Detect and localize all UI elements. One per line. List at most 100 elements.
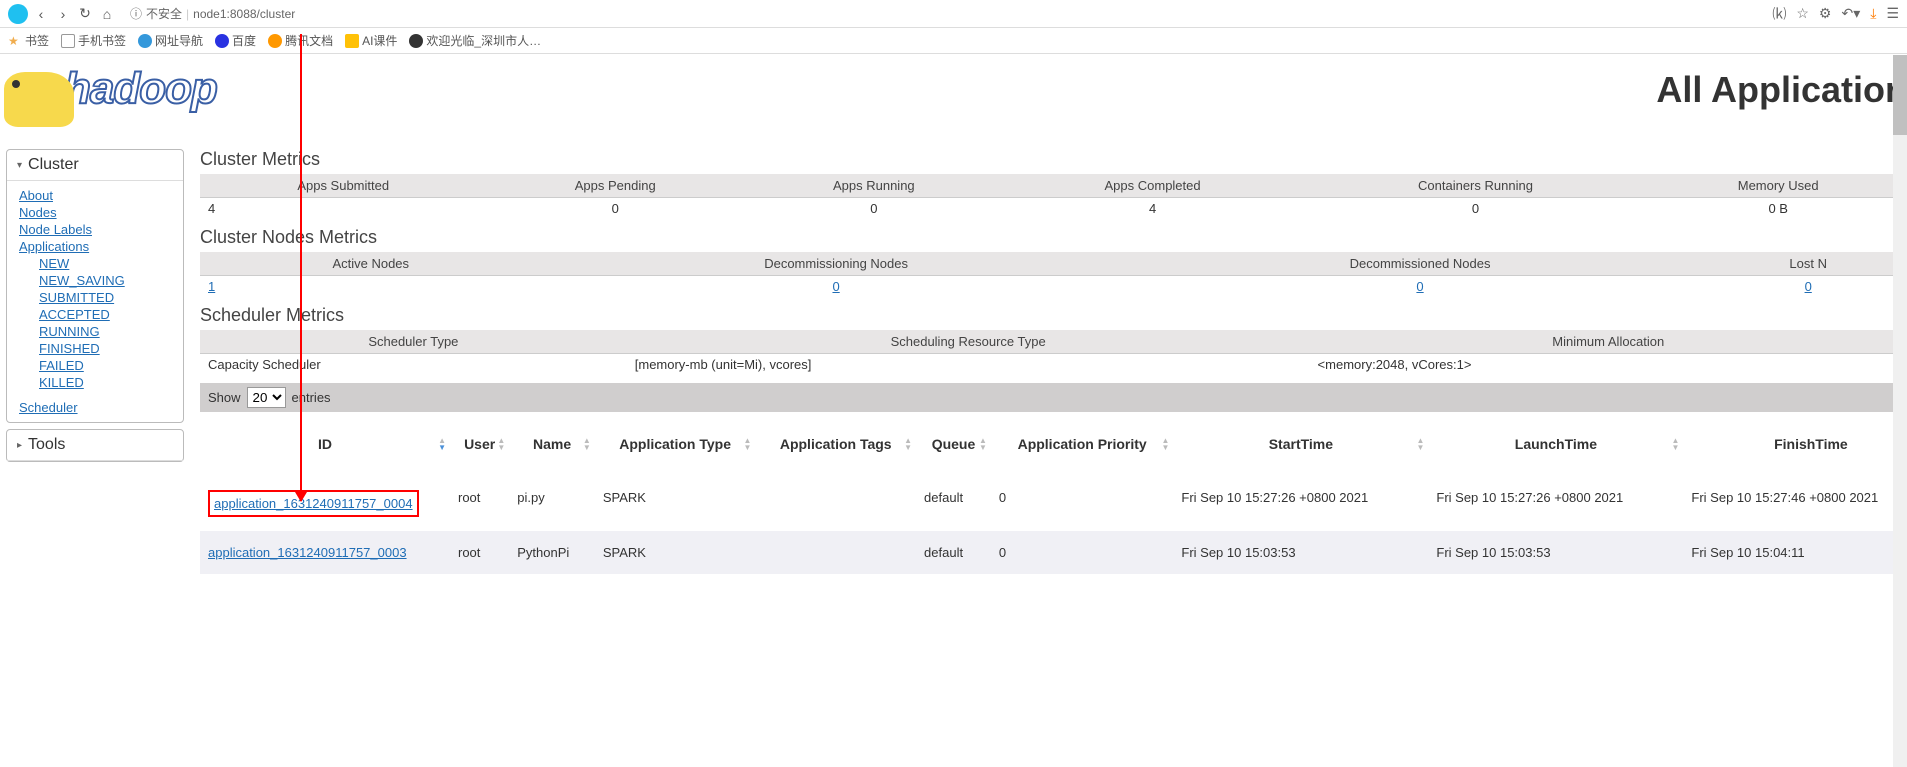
sidebar: ▾Cluster About Nodes Node Labels Applica… — [0, 54, 190, 574]
metric-value: 4 — [1004, 198, 1302, 220]
tools-header[interactable]: ▸Tools — [7, 430, 183, 461]
app-link[interactable]: application_1631240911757_0004 — [214, 496, 413, 511]
bookmark-item[interactable]: ★书签 — [8, 32, 49, 49]
nav-applications[interactable]: Applications — [15, 238, 175, 255]
url-text: node1:8088/cluster — [193, 7, 295, 21]
doc-icon — [61, 34, 75, 48]
col-apptype[interactable]: Application Type▲▼ — [595, 412, 756, 476]
col-header: Decommissioning Nodes — [541, 252, 1130, 276]
bookmark-item[interactable]: 手机书签 — [61, 32, 126, 49]
metric-value: 0 — [1131, 276, 1710, 298]
bookmark-item[interactable]: 百度 — [215, 32, 256, 49]
col-header: Apps Submitted — [200, 174, 486, 198]
search-icon[interactable]: ⒦ — [1772, 4, 1786, 24]
sort-icon: ▲▼ — [583, 437, 591, 451]
table-row: application_1631240911757_0003 root Pyth… — [200, 531, 1907, 574]
bookmark-item[interactable]: AI课件 — [345, 32, 397, 49]
cell-tags — [755, 476, 916, 531]
nav-state-running[interactable]: RUNNING — [15, 323, 175, 340]
active-nodes-link[interactable]: 1 — [208, 279, 215, 294]
applications-table: ID▲▼ User▲▼ Name▲▼ Application Type▲▼ Ap… — [200, 412, 1907, 574]
cluster-metrics-table: Apps Submitted Apps Pending Apps Running… — [200, 174, 1907, 219]
nav-state-submitted[interactable]: SUBMITTED — [15, 289, 175, 306]
nav-state-finished[interactable]: FINISHED — [15, 340, 175, 357]
page-title: All Application — [1656, 69, 1907, 111]
lost-nodes-link[interactable]: 0 — [1805, 279, 1812, 294]
undo-icon[interactable]: ↶▾ — [1841, 5, 1860, 22]
cell-name: pi.py — [509, 476, 595, 531]
chevron-right-icon: ▸ — [17, 440, 22, 451]
cell-id: application_1631240911757_0004 — [200, 476, 450, 531]
home-button[interactable]: ⌂ — [98, 5, 116, 23]
bookmark-bar: ★书签 手机书签 网址导航 百度 腾讯文档 AI课件 欢迎光临_深圳市人… — [0, 28, 1907, 54]
table-row: application_1631240911757_0004 root pi.p… — [200, 476, 1907, 531]
nav-node-labels[interactable]: Node Labels — [15, 221, 175, 238]
col-starttime[interactable]: StartTime▲▼ — [1173, 412, 1428, 476]
nav-scheduler[interactable]: Scheduler — [15, 399, 175, 416]
cell-user: root — [450, 476, 509, 531]
col-apptags[interactable]: Application Tags▲▼ — [755, 412, 916, 476]
entries-select[interactable]: 20 — [247, 387, 286, 408]
cluster-header[interactable]: ▾Cluster — [7, 150, 183, 181]
metric-value: 0 — [541, 276, 1130, 298]
sort-icon: ▲▼ — [497, 437, 505, 451]
decommed-nodes-link[interactable]: 0 — [1416, 279, 1423, 294]
nav-state-new[interactable]: NEW — [15, 255, 175, 272]
browser-toolbar: ‹ › ↻ ⌂ ⓘ 不安全 | node1:8088/cluster ⒦ ☆ ⚙… — [0, 0, 1907, 28]
metric-value: 0 — [1709, 276, 1907, 298]
nav-state-failed[interactable]: FAILED — [15, 357, 175, 374]
cell-start: Fri Sep 10 15:27:26 +0800 2021 — [1173, 476, 1428, 531]
extension-icon[interactable]: ⚙ — [1819, 5, 1832, 22]
col-header: Memory Used — [1649, 174, 1907, 198]
cell-id: application_1631240911757_0003 — [200, 531, 450, 574]
menu-icon[interactable]: ☰ — [1886, 5, 1899, 22]
col-header: Decommissioned Nodes — [1131, 252, 1710, 276]
sort-icon: ▲▼ — [438, 437, 446, 451]
cell-type: SPARK — [595, 531, 756, 574]
cell-finish: Fri Sep 10 15:04:11 — [1683, 531, 1907, 574]
forward-button[interactable]: › — [54, 5, 72, 23]
node-metrics-title: Cluster Nodes Metrics — [200, 227, 1907, 248]
nav-state-new-saving[interactable]: NEW_SAVING — [15, 272, 175, 289]
scheduler-metrics-title: Scheduler Metrics — [200, 305, 1907, 326]
col-finishtime[interactable]: FinishTime▲▼ — [1683, 412, 1907, 476]
star-icon[interactable]: ☆ — [1796, 5, 1809, 22]
tools-section: ▸Tools — [6, 429, 184, 462]
cell-priority: 0 — [991, 476, 1173, 531]
separator: | — [186, 7, 189, 21]
col-header: Lost N — [1709, 252, 1907, 276]
scrollbar-thumb[interactable] — [1893, 55, 1907, 135]
node-metrics-table: Active Nodes Decommissioning Nodes Decom… — [200, 252, 1907, 297]
info-icon: ⓘ — [130, 5, 142, 22]
col-id[interactable]: ID▲▼ — [200, 412, 450, 476]
globe-icon — [138, 34, 152, 48]
metric-value: 0 — [744, 198, 1004, 220]
nav-about[interactable]: About — [15, 187, 175, 204]
reload-button[interactable]: ↻ — [76, 5, 94, 23]
download-icon[interactable]: ⤓ — [1870, 5, 1876, 22]
bookmark-item[interactable]: 网址导航 — [138, 32, 203, 49]
address-bar[interactable]: ⓘ 不安全 | node1:8088/cluster — [130, 5, 295, 22]
nav-nodes[interactable]: Nodes — [15, 204, 175, 221]
app-link[interactable]: application_1631240911757_0003 — [208, 545, 407, 560]
nav-state-killed[interactable]: KILLED — [15, 374, 175, 391]
main-content: Cluster Metrics Apps Submitted Apps Pend… — [190, 54, 1907, 574]
annotation-arrow — [300, 34, 302, 501]
col-launchtime[interactable]: LaunchTime▲▼ — [1428, 412, 1683, 476]
col-priority[interactable]: Application Priority▲▼ — [991, 412, 1173, 476]
cell-user: root — [450, 531, 509, 574]
col-name[interactable]: Name▲▼ — [509, 412, 595, 476]
browser-logo-icon — [8, 4, 28, 24]
metric-value: 4 — [200, 198, 486, 220]
vertical-scrollbar[interactable] — [1893, 55, 1907, 767]
back-button[interactable]: ‹ — [32, 5, 50, 23]
decom-nodes-link[interactable]: 0 — [832, 279, 839, 294]
sort-icon: ▲▼ — [904, 437, 912, 451]
bookmark-item[interactable]: 欢迎光临_深圳市人… — [409, 32, 541, 49]
metric-value: Capacity Scheduler — [200, 354, 627, 376]
nav-state-accepted[interactable]: ACCEPTED — [15, 306, 175, 323]
cell-launch: Fri Sep 10 15:03:53 — [1428, 531, 1683, 574]
col-queue[interactable]: Queue▲▼ — [916, 412, 991, 476]
col-user[interactable]: User▲▼ — [450, 412, 509, 476]
sort-icon: ▲▼ — [744, 437, 752, 451]
